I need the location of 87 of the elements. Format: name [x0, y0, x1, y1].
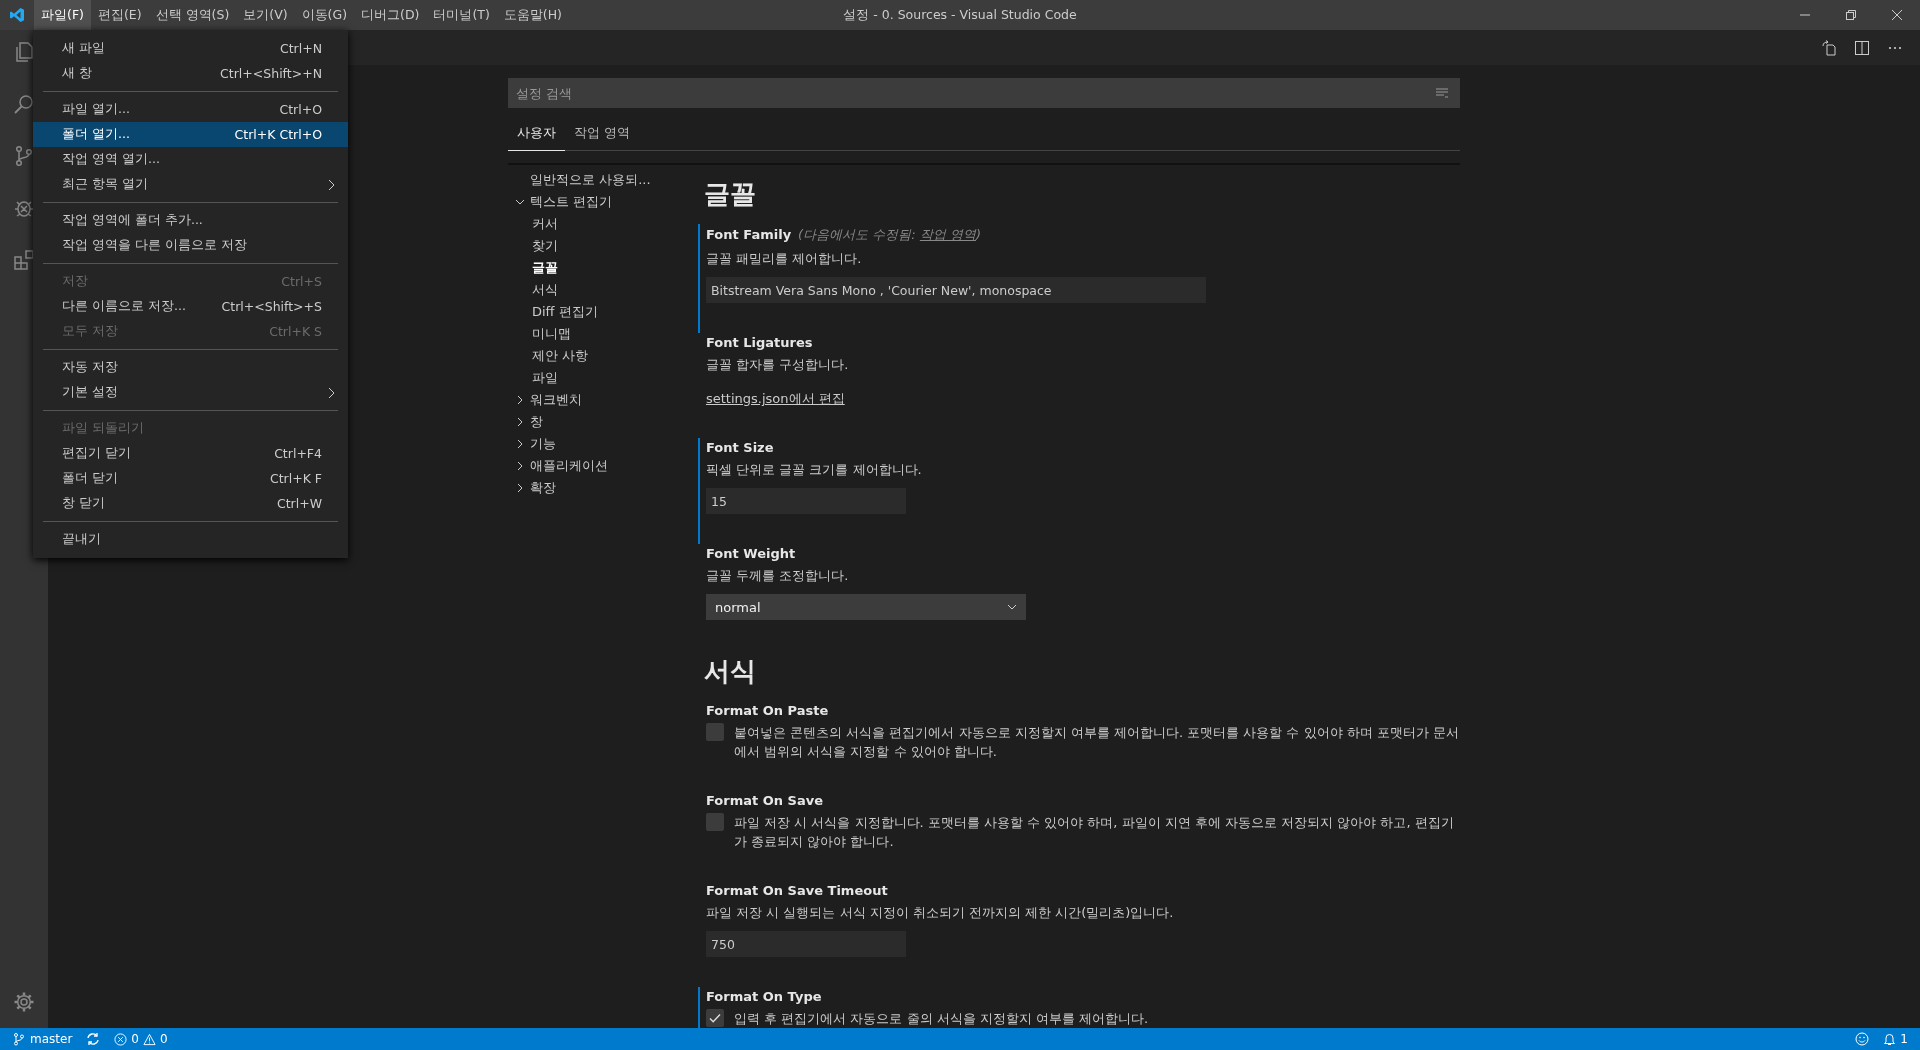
menu-bar-item[interactable]: 디버그(D) — [354, 0, 427, 30]
problems-status[interactable]: 0 0 — [114, 1032, 168, 1046]
menu-bar-item[interactable]: 편집(E) — [90, 0, 149, 30]
window-title: 설정 - 0. Sources - Visual Studio Code — [843, 7, 1077, 24]
tree-item[interactable]: 기능 — [530, 435, 556, 453]
tree-item[interactable]: Diff 편집기 — [532, 303, 598, 321]
settings-icon[interactable] — [12, 990, 36, 1014]
app-logo-icon — [9, 7, 25, 23]
setting-title: Font Weight — [706, 546, 796, 561]
setting-title: Format On Save Timeout — [706, 883, 888, 898]
tree-item[interactable]: 서식 — [532, 281, 558, 299]
tree-item[interactable]: 텍스트 편집기 — [530, 193, 613, 211]
dropdown[interactable]: normal — [706, 594, 1026, 620]
checkbox[interactable] — [706, 1009, 724, 1027]
sync-icon[interactable] — [86, 1032, 101, 1046]
extensions-icon[interactable] — [12, 248, 36, 272]
settings-tab[interactable]: 사용자 — [508, 118, 565, 151]
setting-title: Format On Save — [706, 793, 823, 808]
menu-item[interactable]: 작업 영역에 폴더 추가... — [33, 208, 348, 233]
number-field[interactable]: 15 — [706, 488, 906, 514]
setting-description: 글꼴 패밀리를 제어합니다. — [706, 250, 863, 268]
checkbox[interactable] — [706, 813, 724, 831]
tree-item[interactable]: 커서 — [532, 215, 558, 233]
menu-item[interactable]: 기본 설정 — [33, 380, 348, 405]
tree-item[interactable]: 제안 사항 — [532, 347, 589, 365]
menu-item[interactable]: 새 창 Ctrl+<Shift>+N — [33, 61, 348, 86]
modified-note: (다음에서도 수정됨: 작업 영역) — [798, 226, 982, 244]
restore-icon[interactable] — [1845, 9, 1857, 21]
menu-item[interactable]: 새 파일 Ctrl+N — [33, 36, 348, 61]
menu-item[interactable]: 최근 항목 열기 — [33, 172, 348, 197]
setting-description: 입력 후 편집기에서 자동으로 줄의 서식을 지정할지 여부를 제어합니다. — [734, 1010, 1149, 1028]
search-icon[interactable] — [12, 92, 36, 116]
menu-bar-item[interactable]: 보기(V) — [236, 0, 295, 30]
open-file-icon[interactable] — [1821, 39, 1837, 56]
menu-bar-item[interactable]: 이동(G) — [294, 0, 355, 30]
tree-item[interactable]: 글꼴 — [532, 259, 558, 277]
menu-item[interactable]: 편집기 닫기 Ctrl+F4 — [33, 441, 348, 466]
menu-item[interactable]: 작업 영역을 다른 이름으로 저장 — [33, 233, 348, 258]
edit-json-link[interactable]: settings.json에서 편집 — [706, 390, 845, 408]
menu-item[interactable]: 창 닫기 Ctrl+W — [33, 491, 348, 516]
tree-item[interactable]: 찾기 — [532, 237, 558, 255]
menu-bar-item[interactable]: 파일(F) — [34, 0, 91, 30]
notifications-status[interactable]: 1 — [1883, 1032, 1908, 1046]
menu-bar-item[interactable]: 선택 영역(S) — [148, 0, 237, 30]
chevron-icon[interactable] — [514, 197, 526, 207]
menu-item[interactable]: 끝내기 — [33, 527, 348, 552]
settings-search-field[interactable]: 설정 검색 — [508, 78, 1460, 108]
menu-item[interactable]: 폴더 열기... Ctrl+K Ctrl+O — [33, 122, 348, 147]
setting-title: Font Ligatures — [706, 335, 813, 350]
error-icon — [114, 1032, 128, 1046]
text-field[interactable]: Bitstream Vera Sans Mono , 'Courier New', monospace — [706, 277, 1206, 303]
setting-description: 파일 저장 시 서식을 지정합니다. 포맷터를 사용할 수 있어야 하며, 파일이 지연 후에 자동으로 저장되지 않아야 하고, 편집기가 종료되지 않아야 합니다. — [734, 814, 1455, 851]
setting-title: Font Family — [706, 227, 792, 242]
menu-item[interactable]: 작업 영역 열기... — [33, 147, 348, 172]
warning-icon — [142, 1032, 156, 1046]
setting-description: 파일 저장 시 실행되는 서식 지정이 취소되기 전까지의 제한 시간(밀리초)입니다. — [706, 904, 1175, 922]
setting-description: 글꼴 두께를 조정합니다. — [706, 567, 850, 585]
tree-item[interactable]: 확장 — [530, 479, 556, 497]
menu-bar-item[interactable]: 도움말(H) — [496, 0, 569, 30]
menu-item[interactable]: 파일 열기... Ctrl+O — [33, 97, 348, 122]
tree-item[interactable]: 일반적으로 사용되... — [530, 171, 651, 189]
menu-bar-item[interactable]: 터미널(T) — [426, 0, 497, 30]
setting-description: 픽셀 단위로 글꼴 크기를 제어합니다. — [706, 461, 923, 479]
checkbox[interactable] — [706, 723, 724, 741]
number-field[interactable]: 750 — [706, 931, 906, 957]
tree-item[interactable]: 워크벤치 — [530, 391, 582, 409]
section-heading: 서식 — [704, 655, 757, 688]
split-editor-icon[interactable] — [1854, 39, 1870, 56]
close-icon[interactable] — [1891, 9, 1903, 21]
tree-item[interactable]: 창 — [530, 413, 543, 431]
setting-title: Font Size — [706, 440, 774, 455]
tree-item[interactable]: 파일 — [532, 369, 558, 387]
menu-item[interactable]: 폴더 닫기 Ctrl+K F — [33, 466, 348, 491]
setting-description: 글꼴 합자를 구성합니다. — [706, 356, 850, 374]
section-heading: 글꼴 — [704, 178, 757, 211]
setting-description: 붙여넣은 콘텐츠의 서식을 편집기에서 자동으로 지정할지 여부를 제어합니다. 포맷터를 사용할 수 있어야 하며 포맷터가 문서에서 범위의 서식을 지정할 수 있어야 합니다. — [734, 724, 1460, 761]
setting-title: Format On Paste — [706, 703, 829, 718]
settings-tab[interactable]: 작업 영역 — [565, 118, 640, 151]
menu-item[interactable]: 다른 이름으로 저장... Ctrl+<Shift>+S — [33, 294, 348, 319]
tree-item[interactable]: 미니맵 — [532, 325, 571, 343]
branch-icon — [12, 1032, 26, 1046]
setting-title: Format On Type — [706, 989, 822, 1004]
branch-status[interactable]: master — [12, 1032, 73, 1046]
tree-item[interactable]: 애플리케이션 — [530, 457, 608, 475]
smiley-icon[interactable] — [1855, 1032, 1870, 1046]
bell-icon — [1883, 1032, 1897, 1046]
menu-item[interactable]: 자동 저장 — [33, 355, 348, 380]
